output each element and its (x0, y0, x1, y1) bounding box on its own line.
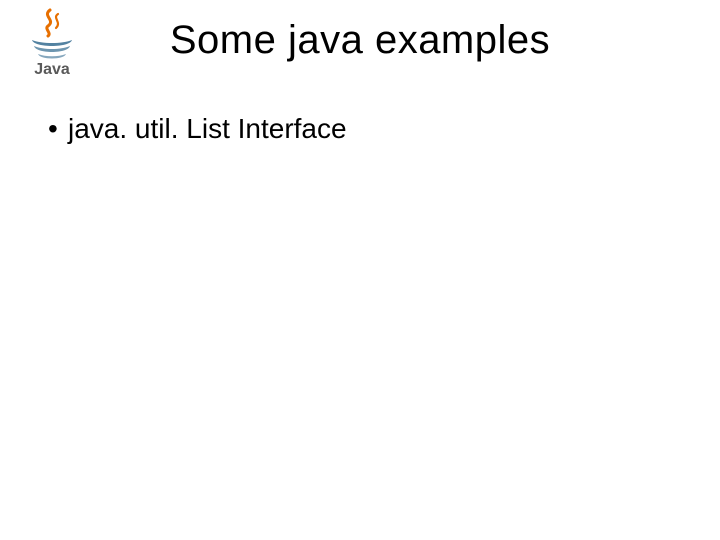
slide-body: java. util. List Interface (40, 110, 680, 148)
bullet-list: java. util. List Interface (40, 110, 680, 148)
bullet-item: java. util. List Interface (40, 110, 680, 148)
bullet-text: java. util. List Interface (68, 113, 347, 144)
slide-title: Some java examples (0, 18, 720, 63)
slide: Java Some java examples java. util. List… (0, 0, 720, 540)
java-logo-word: Java (34, 61, 70, 78)
